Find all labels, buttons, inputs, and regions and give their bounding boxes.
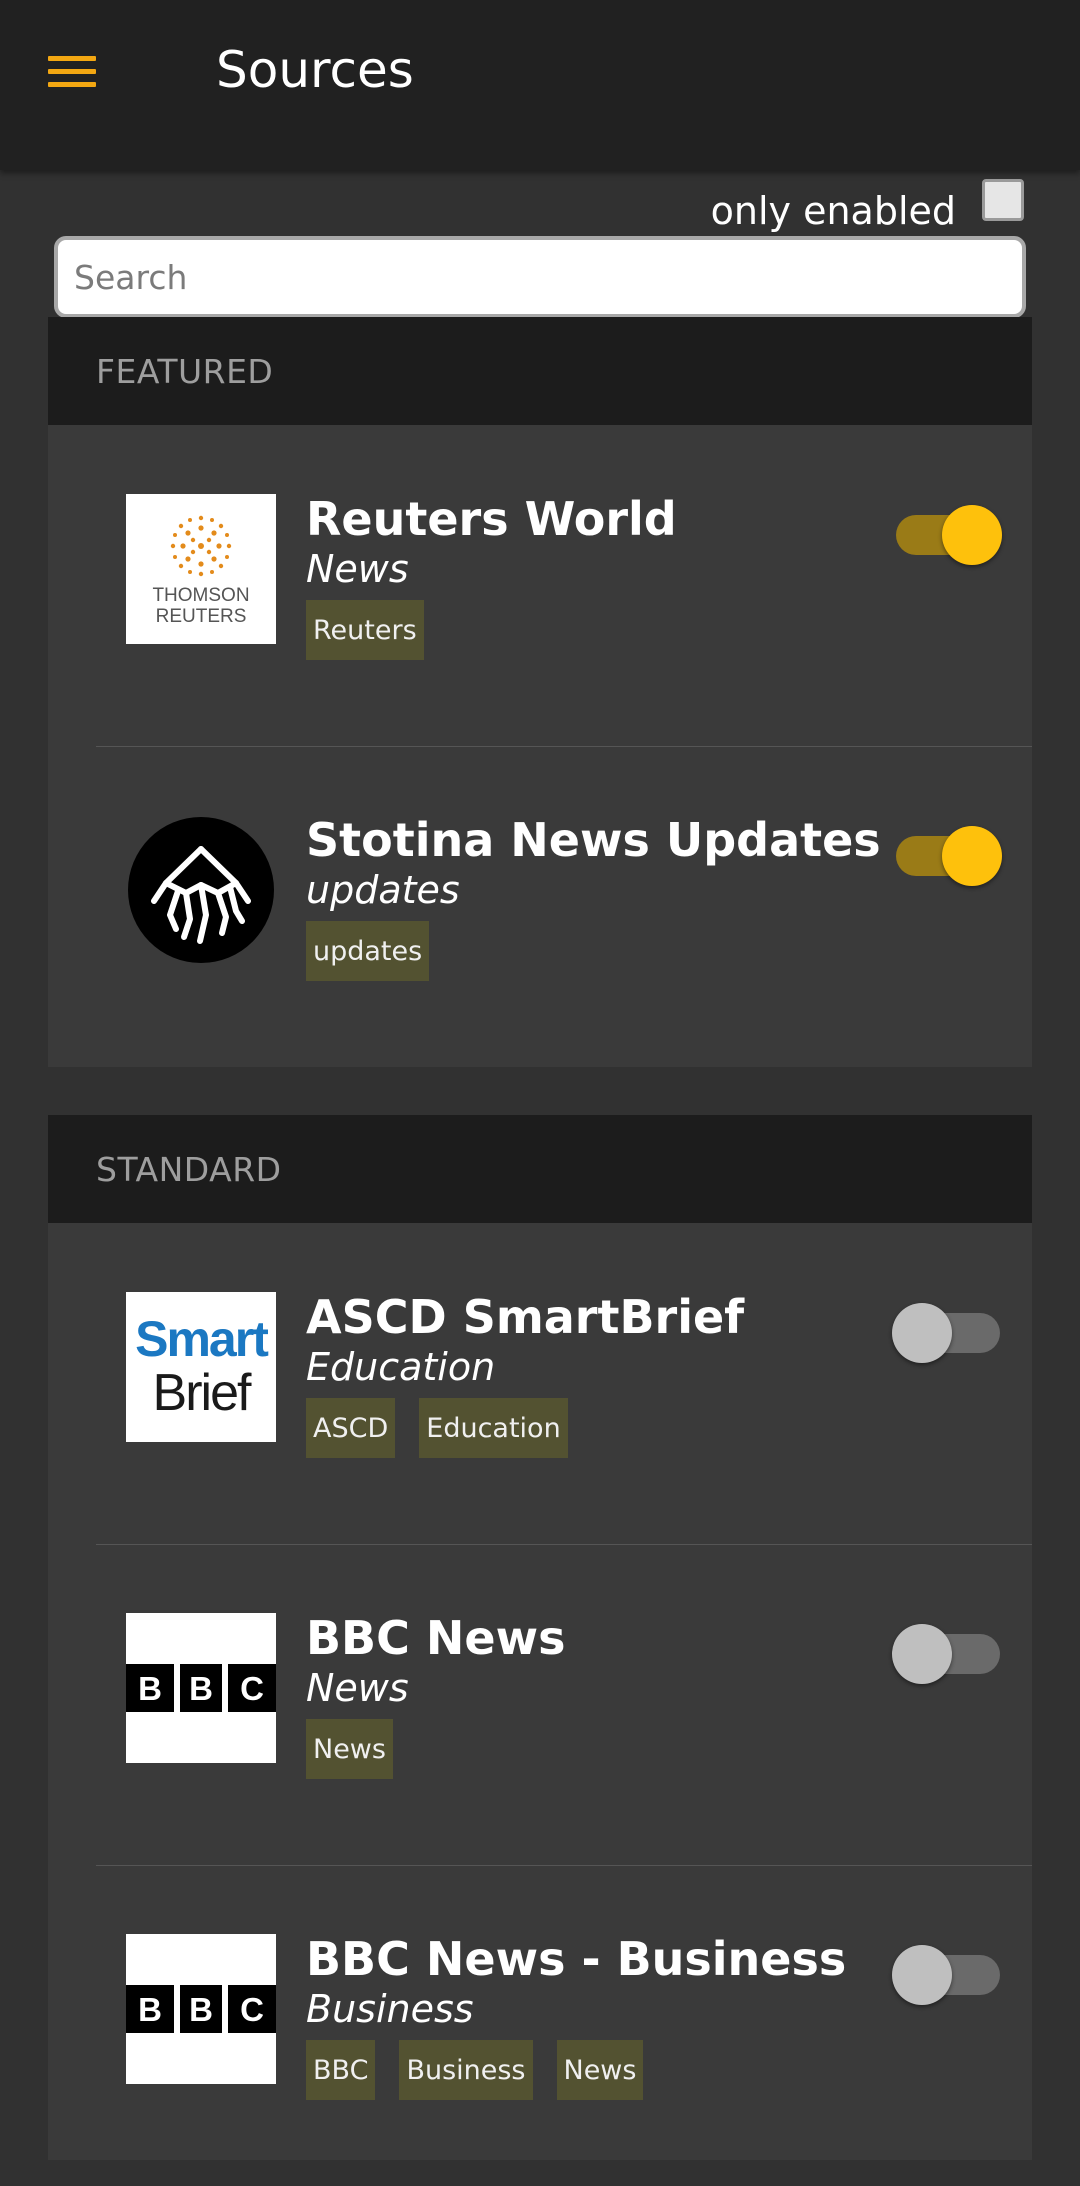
toggle-knob bbox=[892, 1624, 952, 1684]
logo-text: C bbox=[240, 1991, 264, 2028]
only-enabled-checkbox[interactable] bbox=[982, 179, 1024, 221]
source-tag[interactable]: Reuters bbox=[306, 600, 424, 660]
featured-section: FEATURED THOMSON REUTERS Reuters World N… bbox=[48, 317, 1032, 1067]
source-item-reuters-world[interactable]: THOMSON REUTERS Reuters World News Reute… bbox=[48, 425, 1032, 746]
toggle-knob bbox=[892, 1945, 952, 2005]
toggle-knob bbox=[942, 826, 1002, 886]
source-tag[interactable]: Business bbox=[399, 2040, 533, 2100]
source-item-stotina-news-updates[interactable]: Stotina News Updates updates updates bbox=[48, 746, 1032, 1067]
standard-section: STANDARD Smart Brief ASCD SmartBrief Edu… bbox=[48, 1115, 1032, 2160]
source-enable-toggle[interactable] bbox=[892, 501, 1004, 565]
page-title: Sources bbox=[216, 41, 414, 99]
source-tag[interactable]: Education bbox=[419, 1398, 568, 1458]
section-header-featured: FEATURED bbox=[48, 317, 1032, 425]
logo-text: B bbox=[189, 1670, 213, 1707]
source-item-bbc-news[interactable]: B B C BBC News News News bbox=[48, 1544, 1032, 1865]
source-title: ASCD SmartBrief bbox=[306, 1290, 745, 1344]
source-tag[interactable]: News bbox=[556, 2040, 644, 2100]
source-category: Business bbox=[306, 1987, 474, 2031]
source-tag[interactable]: ASCD bbox=[306, 1398, 396, 1458]
toggle-knob bbox=[892, 1303, 952, 1363]
logo-text: B bbox=[138, 1991, 162, 2028]
source-tag[interactable]: News bbox=[306, 1719, 393, 1779]
logo-text: REUTERS bbox=[156, 606, 247, 627]
source-category: updates bbox=[306, 868, 460, 912]
logo-text: THOMSON bbox=[152, 585, 249, 606]
source-enable-toggle[interactable] bbox=[892, 1620, 1004, 1684]
source-enable-toggle[interactable] bbox=[892, 1299, 1004, 1363]
source-title: BBC News bbox=[306, 1611, 566, 1665]
toggle-knob bbox=[942, 505, 1002, 565]
smartbrief-logo: Smart Brief bbox=[126, 1292, 276, 1442]
thomson-reuters-logo: THOMSON REUTERS bbox=[126, 494, 276, 644]
source-enable-toggle[interactable] bbox=[892, 1941, 1004, 2005]
source-category: Education bbox=[306, 1345, 496, 1389]
source-tag[interactable]: BBC bbox=[306, 2040, 376, 2100]
source-enable-toggle[interactable] bbox=[892, 822, 1004, 886]
logo-text: Smart bbox=[135, 1311, 269, 1367]
section-header-standard: STANDARD bbox=[48, 1115, 1032, 1223]
logo-text: C bbox=[240, 1670, 264, 1707]
search-input[interactable] bbox=[58, 257, 1022, 297]
logo-text: B bbox=[189, 1991, 213, 2028]
logo-text: Brief bbox=[153, 1364, 252, 1422]
only-enabled-label: only enabled bbox=[710, 189, 956, 233]
search-box bbox=[54, 236, 1026, 318]
source-tag[interactable]: updates bbox=[306, 921, 430, 981]
source-title: BBC News - Business bbox=[306, 1932, 847, 1986]
source-item-bbc-news-business[interactable]: B B C BBC News - Business Business BBC B… bbox=[48, 1865, 1032, 2186]
source-category: News bbox=[306, 547, 409, 591]
bbc-logo: B B C bbox=[126, 1934, 276, 2084]
logo-text: B bbox=[138, 1670, 162, 1707]
source-item-ascd-smartbrief[interactable]: Smart Brief ASCD SmartBrief Education AS… bbox=[48, 1223, 1032, 1544]
source-category: News bbox=[306, 1666, 409, 1710]
hamburger-icon[interactable] bbox=[40, 45, 104, 97]
stotina-logo bbox=[126, 815, 276, 965]
source-title: Reuters World bbox=[306, 492, 677, 546]
bbc-logo: B B C bbox=[126, 1613, 276, 1763]
app-bar: Sources bbox=[0, 0, 1080, 170]
source-title: Stotina News Updates bbox=[306, 813, 881, 867]
